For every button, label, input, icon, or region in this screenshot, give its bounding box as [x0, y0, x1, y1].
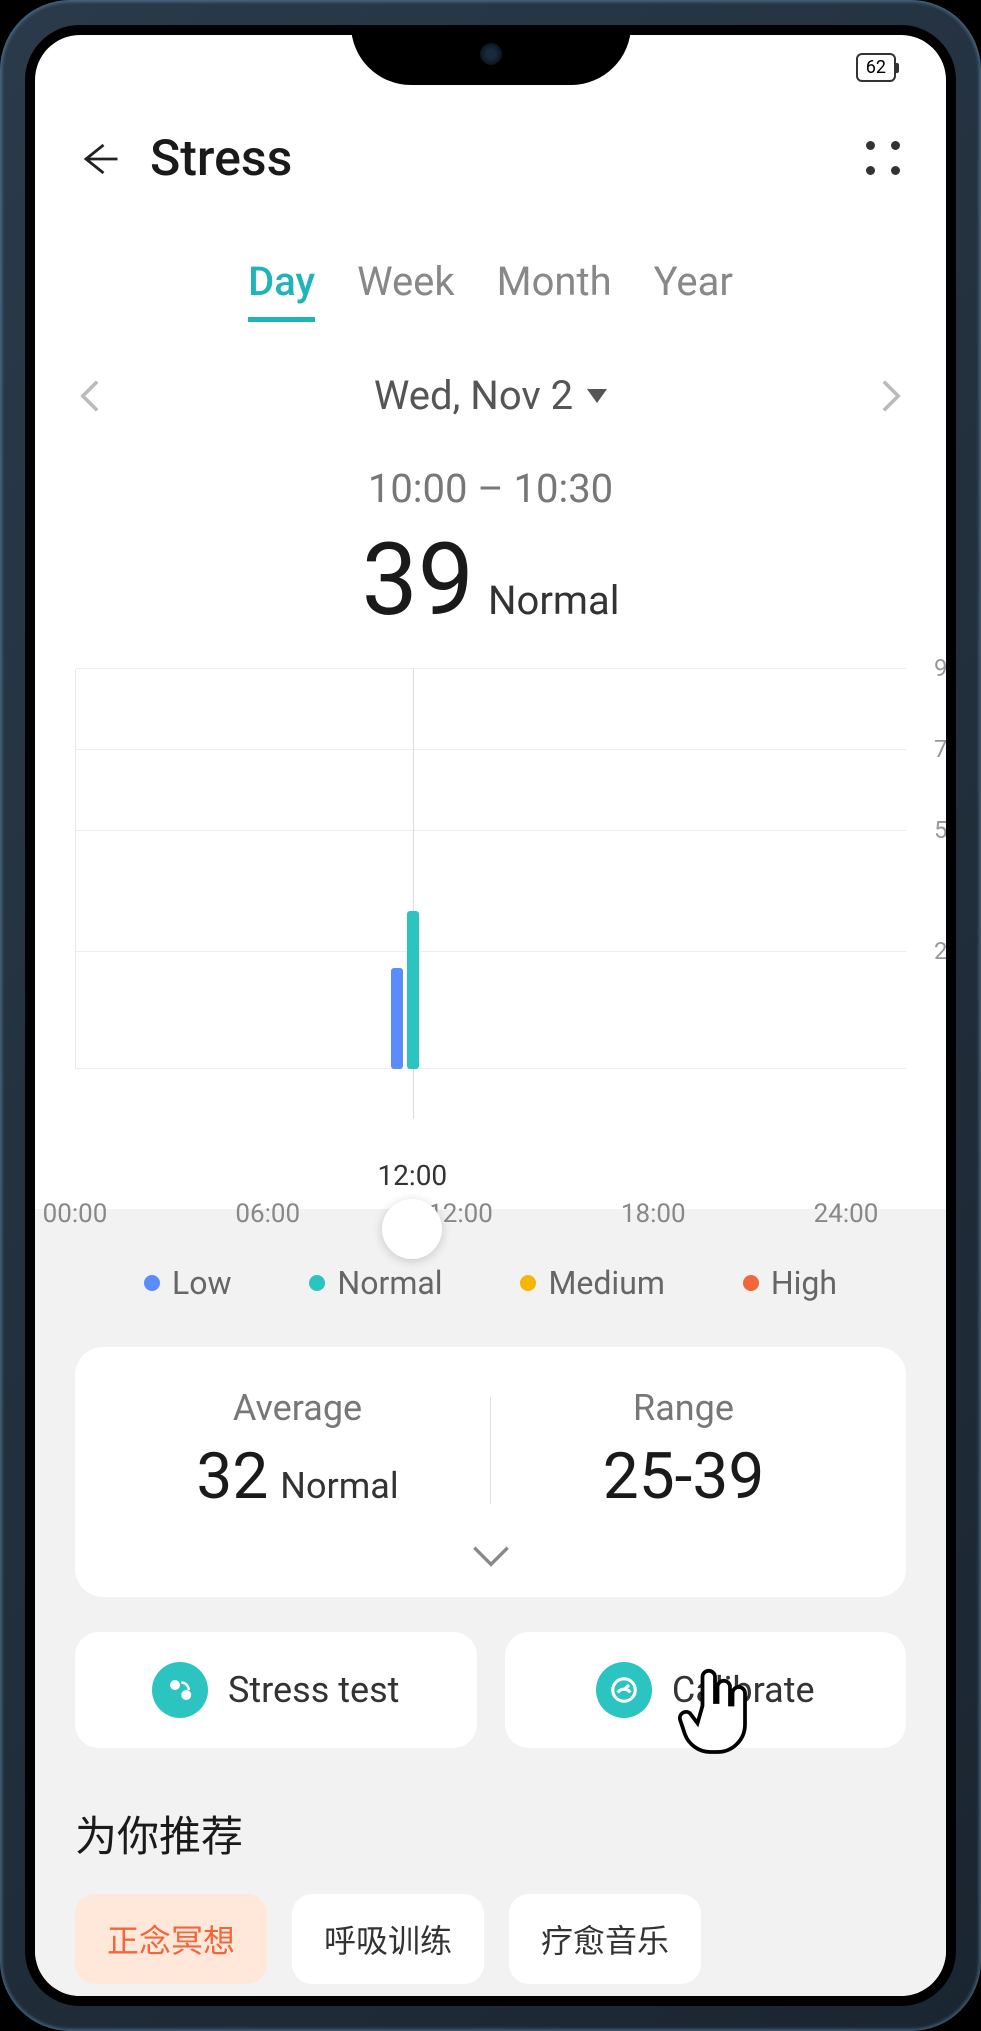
action-label: Stress test [228, 1669, 399, 1711]
chart-bar[interactable] [391, 968, 403, 1069]
date-label: Wed, Nov 2 [374, 372, 573, 419]
action-label: Calibrate [672, 1669, 815, 1711]
x-tick: 00:00 [43, 1199, 108, 1229]
legend-item: Normal [309, 1264, 442, 1302]
expand-icon[interactable] [105, 1544, 876, 1572]
recommend-title: 为你推荐 [75, 1803, 906, 1864]
stress-chart: 029597999 [75, 669, 906, 1069]
tab-day[interactable]: Day [248, 258, 315, 322]
legend-item: High [743, 1264, 837, 1302]
more-icon[interactable] [862, 137, 906, 181]
back-icon[interactable] [75, 134, 125, 184]
slider-selected-label: 12:00 [377, 1159, 447, 1192]
recommend-chips: 正念冥想呼吸训练疗愈音乐 [75, 1894, 906, 1984]
stat-title: Range [491, 1387, 876, 1429]
stat-value: 25-39 [603, 1439, 765, 1514]
recommend-chip[interactable]: 疗愈音乐 [509, 1894, 701, 1984]
y-tick: 99 [934, 654, 946, 682]
selected-time-range: 10:00 – 10:30 [35, 465, 946, 512]
chart-bar[interactable] [407, 911, 419, 1069]
tab-year[interactable]: Year [654, 258, 733, 322]
x-tick: 18:00 [621, 1199, 686, 1229]
date-selector[interactable]: Wed, Nov 2 [374, 372, 607, 419]
chart-legend: Low Normal Medium High [75, 1249, 906, 1347]
prev-date-icon[interactable] [75, 381, 105, 411]
tab-month[interactable]: Month [497, 258, 612, 322]
tab-week[interactable]: Week [357, 258, 455, 322]
stat-status: Normal [280, 1465, 398, 1507]
stats-card: Average 32 Normal Range 25-39 [75, 1347, 906, 1597]
stress-test-icon [152, 1662, 208, 1718]
legend-item: Medium [520, 1264, 664, 1302]
reading-status: Normal [488, 577, 619, 624]
battery-indicator: 62 [856, 53, 896, 82]
y-tick: 59 [934, 816, 946, 844]
recommend-chip[interactable]: 呼吸训练 [292, 1894, 484, 1984]
stat-title: Average [105, 1387, 490, 1429]
stat-average: Average 32 Normal [105, 1387, 490, 1514]
x-tick: 06:00 [235, 1199, 300, 1229]
dropdown-icon [587, 389, 607, 403]
reading-value: 39 [362, 522, 474, 639]
page-title: Stress [150, 130, 292, 188]
date-navigator: Wed, Nov 2 [35, 342, 946, 437]
time-slider[interactable]: 12:0000:0006:0012:0018:0024:00 [75, 1069, 906, 1209]
next-date-icon[interactable] [876, 381, 906, 411]
header: Stress [35, 100, 946, 218]
recommend-chip[interactable]: 正念冥想 [75, 1894, 267, 1984]
calibrate-button[interactable]: Calibrate [505, 1632, 907, 1748]
current-reading: 39 Normal [35, 522, 946, 639]
x-tick: 24:00 [814, 1199, 879, 1229]
legend-item: Low [144, 1264, 232, 1302]
calibrate-icon [596, 1662, 652, 1718]
stat-range: Range 25-39 [491, 1387, 876, 1514]
stress-test-button[interactable]: Stress test [75, 1632, 477, 1748]
y-tick: 29 [934, 937, 946, 965]
time-range-tabs: Day Week Month Year [35, 218, 946, 342]
y-tick: 79 [934, 735, 946, 763]
stat-value: 32 [196, 1439, 268, 1514]
slider-handle[interactable] [382, 1199, 442, 1259]
